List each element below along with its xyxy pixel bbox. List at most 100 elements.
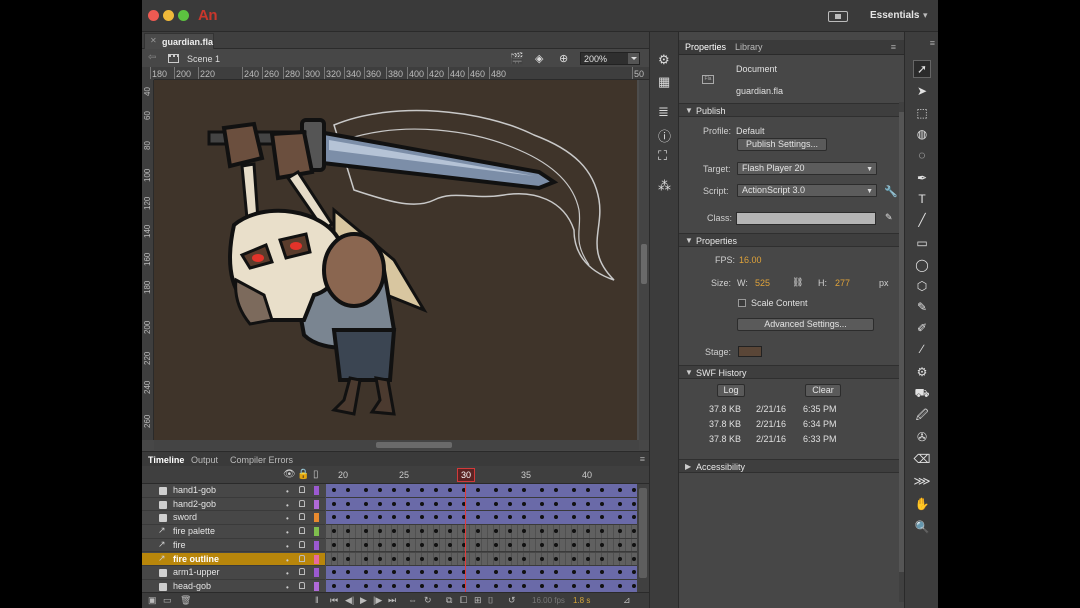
keyframe-dot[interactable] bbox=[572, 488, 576, 492]
keyframe-dot[interactable] bbox=[522, 570, 526, 575]
width-tool-icon[interactable]: ⋙ bbox=[913, 472, 931, 490]
free-transform-tool-icon[interactable]: ⬚ bbox=[913, 104, 931, 122]
keyframe-dot[interactable] bbox=[392, 570, 396, 575]
stage-horizontal-scrollbar[interactable] bbox=[154, 440, 639, 450]
keyframe-dot[interactable] bbox=[364, 488, 368, 492]
keyframe-dot[interactable] bbox=[378, 570, 382, 575]
scale-content-checkbox[interactable] bbox=[738, 299, 746, 307]
layer-outline-color[interactable] bbox=[314, 513, 319, 523]
lock-icon[interactable] bbox=[299, 486, 305, 493]
keyframe-dot[interactable] bbox=[508, 542, 512, 547]
step-back-icon[interactable]: ◀| bbox=[345, 595, 354, 606]
keyframe-dot[interactable] bbox=[586, 501, 590, 506]
visibility-dot-icon[interactable]: • bbox=[286, 583, 289, 592]
advanced-settings-button[interactable]: Advanced Settings... bbox=[737, 318, 874, 331]
keyframe-dot[interactable] bbox=[476, 488, 480, 492]
keyframe-dot[interactable] bbox=[554, 556, 558, 561]
keyframe-dot[interactable] bbox=[600, 570, 604, 575]
panel-menu-icon[interactable]: ≡ bbox=[640, 454, 645, 464]
keyframe-dot[interactable] bbox=[476, 583, 480, 588]
keyframe-dot[interactable] bbox=[540, 515, 544, 520]
keyframe-dot[interactable] bbox=[618, 488, 622, 492]
visibility-dot-icon[interactable]: • bbox=[286, 542, 289, 551]
line-tool-icon[interactable]: ╱ bbox=[913, 211, 931, 229]
keyframe-dot[interactable] bbox=[600, 542, 604, 547]
keyframe-dot[interactable] bbox=[434, 542, 438, 547]
layer-name-area[interactable]: fire palette • bbox=[142, 525, 325, 539]
keyframe-dot[interactable] bbox=[364, 542, 368, 547]
swatches-icon[interactable]: ▦ bbox=[658, 74, 670, 90]
paint-bucket-tool-icon[interactable]: ⛟ bbox=[913, 384, 931, 402]
layer-name-area[interactable]: hand1-gob • bbox=[142, 484, 325, 498]
layer-outline-color[interactable] bbox=[314, 540, 319, 550]
timeline-layer-row[interactable]: sword • bbox=[142, 511, 649, 526]
wrench-icon[interactable]: 🔧 bbox=[884, 185, 898, 198]
zoom-tool-icon[interactable]: 🔍 bbox=[913, 518, 931, 536]
rectangle-tool-icon[interactable]: ▭ bbox=[913, 234, 931, 252]
keyframe-dot[interactable] bbox=[392, 501, 396, 506]
keyframe-dot[interactable] bbox=[494, 570, 498, 575]
subselection-tool-icon[interactable]: ➤ bbox=[913, 82, 931, 100]
keyframe-dot[interactable] bbox=[420, 515, 424, 520]
layer-frames[interactable] bbox=[326, 484, 637, 498]
keyframe-dot[interactable] bbox=[406, 570, 410, 575]
height-value[interactable]: 277 bbox=[835, 278, 850, 288]
keyframe-dot[interactable] bbox=[332, 488, 336, 492]
last-frame-icon[interactable]: ⏭ bbox=[388, 595, 396, 606]
keyframe-dot[interactable] bbox=[476, 515, 480, 520]
eraser-tool-icon[interactable]: ⌫ bbox=[913, 450, 931, 468]
keyframe-dot[interactable] bbox=[476, 501, 480, 506]
layer-frames[interactable] bbox=[326, 552, 637, 567]
outline-icon[interactable]: ▯ bbox=[313, 469, 319, 480]
keyframe-dot[interactable] bbox=[522, 488, 526, 492]
pen-tool-icon[interactable]: ✒ bbox=[913, 169, 931, 187]
workspace-switcher[interactable]: Essentials bbox=[870, 10, 919, 21]
keyframe-dot[interactable] bbox=[494, 542, 498, 547]
eyedropper-tool-icon[interactable]: ✇ bbox=[913, 428, 931, 446]
lasso-tool-icon[interactable]: ◌ bbox=[913, 146, 931, 164]
fps-value[interactable]: 16.00 bbox=[739, 255, 762, 265]
keyframe-dot[interactable] bbox=[508, 570, 512, 575]
keyframe-dot[interactable] bbox=[420, 556, 424, 561]
hand-tool-icon[interactable]: ✋ bbox=[913, 495, 931, 513]
keyframe-dot[interactable] bbox=[434, 556, 438, 561]
keyframe-dot[interactable] bbox=[332, 542, 336, 547]
lock-icon[interactable] bbox=[299, 527, 305, 535]
lock-icon[interactable] bbox=[299, 568, 305, 576]
lock-icon[interactable]: 🔒 bbox=[297, 469, 309, 480]
keyframe-dot[interactable] bbox=[392, 542, 396, 547]
keyframe-dot[interactable] bbox=[420, 488, 424, 492]
keyframe-dot[interactable] bbox=[522, 542, 526, 547]
keyframe-dot[interactable] bbox=[554, 488, 558, 492]
keyframe-dot[interactable] bbox=[540, 542, 544, 547]
keyframe-dot[interactable] bbox=[406, 583, 410, 588]
zoom-slider-icon[interactable]: ⊿ bbox=[623, 595, 631, 606]
keyframe-dot[interactable] bbox=[406, 501, 410, 506]
timeline-layer-row[interactable]: arm1-upper • bbox=[142, 566, 649, 580]
keyframe-dot[interactable] bbox=[346, 501, 350, 506]
close-tab-icon[interactable]: ✕ bbox=[150, 36, 157, 45]
keyframe-dot[interactable] bbox=[554, 542, 558, 547]
layer-outline-color[interactable] bbox=[314, 581, 319, 591]
align-icon[interactable]: ≣ bbox=[658, 104, 669, 120]
center-stage-icon[interactable]: ⊕ bbox=[559, 52, 568, 65]
undo-icon[interactable]: ↺ bbox=[508, 595, 516, 606]
keyframe-dot[interactable] bbox=[600, 556, 604, 561]
keyframe-dot[interactable] bbox=[448, 583, 452, 588]
keyframe-dot[interactable] bbox=[494, 515, 498, 520]
keyframe-dot[interactable] bbox=[332, 556, 336, 561]
keyframe-dot[interactable] bbox=[508, 515, 512, 520]
keyframe-dot[interactable] bbox=[346, 570, 350, 575]
scroll-thumb[interactable] bbox=[639, 488, 647, 578]
layer-name-area[interactable]: head-gob • bbox=[142, 579, 325, 592]
keyframe-dot[interactable] bbox=[522, 583, 526, 588]
keyframe-dot[interactable] bbox=[554, 501, 558, 506]
keyframe-dot[interactable] bbox=[364, 583, 368, 588]
time-readout[interactable]: 1.8 s bbox=[573, 596, 590, 605]
timeline-scrollbar[interactable] bbox=[637, 484, 649, 592]
keyframe-dot[interactable] bbox=[522, 515, 526, 520]
script-select[interactable]: ActionScript 3.0 ▼ bbox=[737, 184, 877, 197]
paint-brush-tool-icon[interactable]: ✐ bbox=[913, 319, 931, 337]
link-icon[interactable]: ⛓ bbox=[792, 277, 803, 288]
keyframe-dot[interactable] bbox=[434, 488, 438, 492]
